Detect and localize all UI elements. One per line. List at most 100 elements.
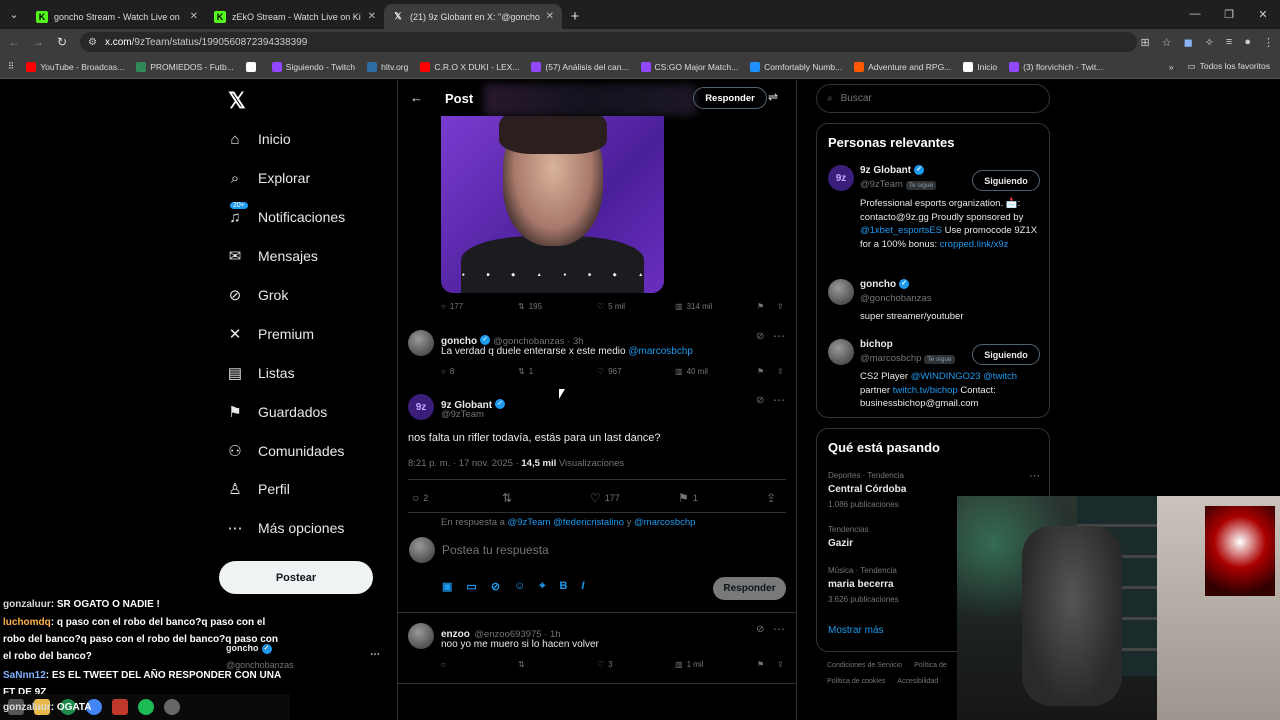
- new-tab-button[interactable]: +: [562, 4, 588, 29]
- puzzle-icon[interactable]: ✧: [1205, 36, 1214, 49]
- star-icon[interactable]: ☆: [1162, 36, 1172, 49]
- bold-icon[interactable]: B: [559, 580, 567, 593]
- author-handle[interactable]: @9zTeam: [441, 409, 484, 420]
- person-9z[interactable]: 9z 9z Globant ✓ @9zTeam Te sigue Siguiendo…: [828, 165, 1040, 265]
- bookmark-item[interactable]: Comfortably Numb...: [750, 61, 842, 72]
- show-more-link[interactable]: Mostrar más: [828, 625, 884, 636]
- bookmark-item[interactable]: C.R.O X DUKI - LEX...: [420, 61, 519, 72]
- nav-item-más-opciones[interactable]: ⋯ Más opciones: [226, 519, 345, 537]
- avatar[interactable]: [828, 339, 854, 365]
- bio-link[interactable]: twitch.tv/bichop: [893, 385, 958, 396]
- menu-dots-icon[interactable]: ⋮: [1263, 36, 1274, 49]
- reply-to-mentions[interactable]: @9zTeam @federicristalino: [508, 517, 624, 528]
- nav-item-guardados[interactable]: ⚑ Guardados: [226, 403, 327, 421]
- footer-link[interactable]: Política de cookies: [827, 678, 885, 685]
- footer-link[interactable]: Política de: [914, 662, 947, 669]
- reply-action[interactable]: ○: [441, 660, 518, 669]
- more-icon[interactable]: ⋯: [773, 622, 785, 636]
- nav-item-listas[interactable]: ▤ Listas: [226, 364, 295, 382]
- more-icon[interactable]: ⋯: [773, 393, 785, 407]
- reload-icon[interactable]: ↻: [50, 35, 74, 49]
- bookmark-item[interactable]: YouTube - Broadcas...: [26, 61, 124, 72]
- person-name[interactable]: 9z Globant ✓: [860, 165, 927, 176]
- profile-avatar-icon[interactable]: ●: [1244, 36, 1251, 48]
- bookmark-icon[interactable]: ⚑: [757, 302, 777, 311]
- nav-item-perfil[interactable]: ♙ Perfil: [226, 480, 290, 498]
- emoji-icon[interactable]: ☺: [514, 580, 525, 593]
- back-arrow-icon[interactable]: ←: [410, 90, 423, 105]
- italic-icon[interactable]: I: [581, 580, 584, 593]
- bookmark-item[interactable]: Inicio: [963, 61, 997, 72]
- grok-icon[interactable]: ⊘: [756, 331, 764, 342]
- post-button[interactable]: Postear: [219, 561, 373, 594]
- x-logo-icon[interactable]: 𝕏: [228, 88, 246, 114]
- person-goncho[interactable]: goncho ✓ @gonchobanzas super streamer/you…: [828, 279, 1040, 324]
- like-action[interactable]: ♡ 3: [597, 660, 675, 669]
- views-action[interactable]: ▥ 40 mil: [675, 367, 757, 376]
- all-bookmarks-folder[interactable]: ▭ Todos los favoritos: [1188, 61, 1270, 72]
- window-close-button[interactable]: ✕: [1246, 0, 1280, 28]
- nav-item-grok[interactable]: ⊘ Grok: [226, 286, 289, 304]
- bookmark-item[interactable]: [245, 61, 260, 72]
- nav-item-inicio[interactable]: ⌂ Inicio: [226, 130, 290, 148]
- gif-icon[interactable]: ▭: [466, 580, 476, 593]
- reply-input[interactable]: Postea tu respuesta: [442, 543, 549, 557]
- person-handle[interactable]: @marcosbchp Te sigue: [860, 353, 955, 364]
- install-app-icon[interactable]: ⊞: [1140, 36, 1149, 49]
- bookmark-item[interactable]: hltv.org: [367, 61, 408, 72]
- tab-list-button[interactable]: ⌄: [0, 0, 28, 29]
- steam-icon[interactable]: [164, 699, 180, 715]
- person-name[interactable]: bichop: [860, 339, 893, 350]
- tab-2[interactable]: 𝕏 (21) 9z Globant en X: "@goncho ✕: [384, 4, 562, 29]
- bio-link[interactable]: @1xbet_esportsES: [860, 225, 942, 236]
- post-media-image[interactable]: ● ■ ◆ ▲ ● ■ ◆ ▲: [441, 116, 664, 293]
- image-icon[interactable]: ▣: [442, 580, 452, 593]
- reply-action[interactable]: ○ 177: [441, 302, 518, 311]
- footer-link[interactable]: Condiciones de Servicio: [827, 662, 902, 669]
- views-action[interactable]: ▥ 314 mil: [675, 302, 757, 311]
- bookmark-icon[interactable]: ⚑: [757, 660, 777, 669]
- back-arrow-icon[interactable]: ←: [2, 35, 26, 49]
- close-icon[interactable]: ✕: [368, 11, 376, 22]
- bookmarks-overflow-icon[interactable]: »: [1169, 62, 1174, 72]
- reply-submit-button[interactable]: Responder: [713, 577, 786, 600]
- bookmark-item[interactable]: Siguiendo - Twitch: [271, 61, 355, 72]
- views-action[interactable]: ▥ 1 mil: [675, 660, 757, 669]
- like-action[interactable]: ♡ 5 mil: [597, 302, 675, 311]
- nav-item-comunidades[interactable]: ⚇ Comunidades: [226, 442, 344, 460]
- tab-0[interactable]: K goncho Stream - Watch Live on ✕: [28, 4, 206, 29]
- repost-action[interactable]: ⇅: [502, 491, 590, 505]
- avatar[interactable]: [408, 330, 434, 356]
- bio-link[interactable]: @WINDINGO23 @twitch: [911, 371, 1017, 382]
- grok-icon[interactable]: ⊘: [756, 395, 764, 406]
- bookmark-item[interactable]: PROMIEDOS - Futb...: [136, 61, 234, 72]
- person-handle[interactable]: @gonchobanzas: [860, 293, 931, 304]
- person-handle[interactable]: @9zTeam Te sigue: [860, 179, 937, 190]
- url-input[interactable]: ⚙ x.com/9zTeam/status/199056087239433839…: [80, 32, 1137, 52]
- more-icon[interactable]: ⋯: [773, 329, 785, 343]
- reply-action[interactable]: ○ 2: [412, 491, 502, 505]
- like-action[interactable]: ♡ 967: [597, 367, 675, 376]
- media-icon[interactable]: ≡: [1226, 36, 1232, 48]
- filter-icon[interactable]: ⇌: [768, 90, 778, 104]
- spotify-icon[interactable]: [138, 699, 154, 715]
- bookmark-item[interactable]: Adventure and RPG...: [854, 61, 951, 72]
- bookmark-action[interactable]: ⚑ 1: [678, 491, 766, 505]
- location-icon[interactable]: ⌖: [539, 580, 545, 593]
- avatar[interactable]: 9z: [828, 165, 854, 191]
- extension-icon[interactable]: ◼: [1184, 36, 1193, 49]
- reply-action[interactable]: ○ 8: [441, 367, 518, 376]
- person-bichop[interactable]: bichop @marcosbchp Te sigue Siguiendo CS2…: [828, 339, 1040, 409]
- search-input[interactable]: ⌕ Buscar: [816, 84, 1050, 113]
- footer-link[interactable]: Accesibilidad: [897, 678, 938, 685]
- reply-tweet-enzoo[interactable]: enzoo @enzoo693975 · 1h ⊘ ⋯ noo yo me mu…: [408, 622, 788, 663]
- nav-item-mensajes[interactable]: ✉ Mensajes: [226, 247, 318, 265]
- bookmark-item[interactable]: CS:GO Major Match...: [640, 61, 738, 72]
- repost-action[interactable]: ⇅ 195: [518, 302, 597, 311]
- reply-to-last[interactable]: @marcosbchp: [634, 517, 695, 528]
- close-icon[interactable]: ✕: [190, 11, 198, 22]
- person-name[interactable]: goncho ✓: [860, 279, 912, 290]
- more-icon[interactable]: ⋯: [1029, 469, 1040, 482]
- tweet-time[interactable]: 8:21 p. m. · 17 nov. 2025 ·: [408, 458, 519, 469]
- avatar[interactable]: [408, 623, 434, 649]
